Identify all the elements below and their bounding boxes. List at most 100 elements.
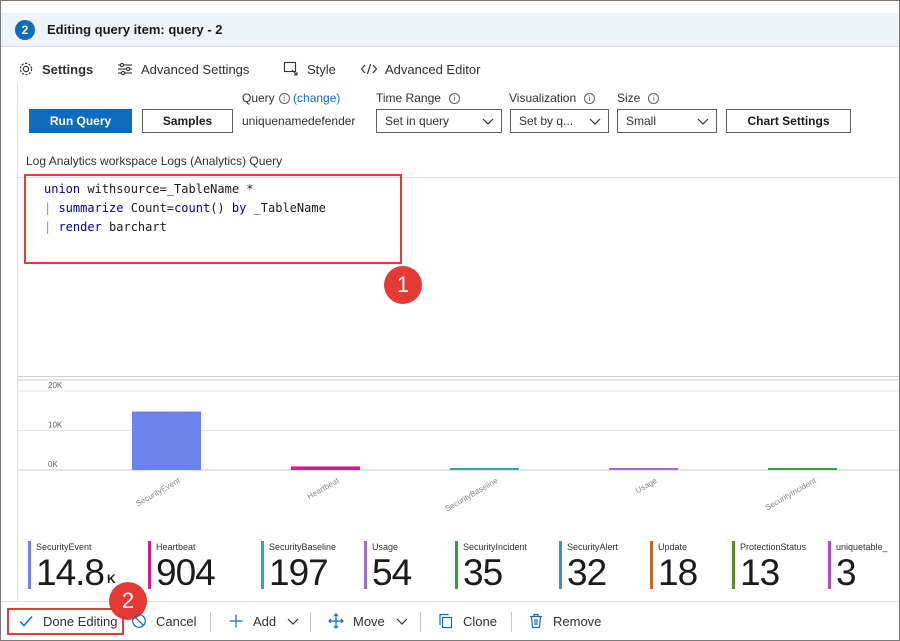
- tile-value-row: 35: [463, 552, 503, 594]
- sliders-icon: [116, 60, 134, 78]
- tile-value-row: 197: [269, 552, 329, 594]
- cancel-button[interactable]: Cancel: [130, 610, 196, 632]
- size-select[interactable]: Small: [617, 109, 717, 133]
- time-range-select[interactable]: Set in query: [376, 109, 502, 133]
- editor-window: 2 Editing query item: query - 2 Settings…: [0, 0, 900, 641]
- tile-name: SecurityIncident: [463, 542, 528, 552]
- tile-value: 13: [740, 552, 780, 593]
- plus-icon: [227, 612, 245, 630]
- tab-strip: Settings Advanced Settings Style Advance…: [1, 51, 899, 87]
- visualization-label-row: Visualization i: [509, 91, 596, 105]
- add-button[interactable]: Add: [227, 610, 302, 632]
- chevron-down-icon: [393, 612, 411, 630]
- chevron-down-icon: [697, 118, 709, 125]
- tile-unit: K: [107, 572, 116, 586]
- tile-color-bar: [650, 541, 653, 589]
- y-tick-label: 20K: [48, 381, 63, 390]
- page-title: Editing query item: query - 2: [47, 22, 223, 37]
- tile-name: Usage: [372, 542, 399, 552]
- tile-value: 54: [372, 552, 412, 593]
- gear-icon: [17, 60, 35, 78]
- tab-advanced-editor[interactable]: Advanced Editor: [360, 57, 480, 81]
- remove-button[interactable]: Remove: [527, 610, 601, 632]
- tile-value: 3: [836, 552, 857, 593]
- move-button[interactable]: Move: [327, 610, 411, 632]
- clone-label: Clone: [463, 613, 497, 629]
- summary-tile: Update 18: [650, 538, 698, 594]
- chart-bar: [450, 468, 519, 470]
- highlight-box-done: [7, 608, 124, 635]
- tile-value: 904: [156, 552, 216, 593]
- time-range-value: Set in query: [385, 114, 450, 128]
- query-toolbar: Run Query Samples Query i (change) unique…: [18, 83, 899, 143]
- chart-bar: [609, 468, 678, 470]
- chart-settings-button[interactable]: Chart Settings: [726, 109, 851, 133]
- tile-color-bar: [455, 541, 458, 589]
- chevron-down-icon: [482, 118, 494, 125]
- tab-settings[interactable]: Settings: [17, 57, 94, 87]
- highlight-box-query: [24, 174, 402, 264]
- divider: [210, 612, 211, 632]
- callout-badge: 1: [384, 266, 422, 304]
- visualization-value: Set by q...: [519, 114, 574, 128]
- tile-name: Update: [658, 542, 688, 552]
- title-bar: 2 Editing query item: query - 2: [1, 13, 899, 47]
- action-bar: Done Editing 2 Cancel Add Move Clone Rem…: [1, 582, 899, 640]
- summary-tile: uniquetable_ 3: [828, 538, 888, 594]
- visualization-select[interactable]: Set by q...: [510, 109, 609, 133]
- y-tick-label: 0K: [48, 460, 58, 469]
- tile-value: 32: [567, 552, 607, 593]
- time-range-label: Time Range: [376, 91, 441, 105]
- query-label-row: Query i (change): [242, 91, 340, 105]
- tile-name: SecurityBaseline: [269, 542, 337, 552]
- chart-canvas: 20K 10K 0K SecurityEvent Heartbeat SecurityBa…: [18, 379, 899, 514]
- bar-chart: 20K 10K 0K SecurityEvent Heartbeat SecurityBa…: [18, 379, 899, 529]
- time-range-label-row: Time Range i: [376, 91, 460, 105]
- style-icon: [282, 60, 300, 78]
- cancel-label: Cancel: [156, 613, 197, 629]
- tab-advanced-settings[interactable]: Advanced Settings: [116, 57, 249, 81]
- query-settings-panel: Run Query Samples Query i (change) unique…: [17, 83, 899, 601]
- x-tick-label: Heartbeat: [306, 476, 342, 502]
- tile-value-row: 54: [372, 552, 412, 594]
- chart-bar: [768, 468, 837, 470]
- tile-color-bar: [28, 541, 31, 589]
- size-value: Small: [626, 114, 657, 128]
- clone-button[interactable]: Clone: [437, 610, 497, 632]
- chevron-down-icon: [589, 118, 601, 125]
- size-label-row: Size i: [617, 91, 660, 105]
- tile-name: ProtectionStatus: [740, 542, 807, 552]
- summary-tile: SecurityEvent 14.8 K: [28, 538, 116, 594]
- tile-value: 14.8: [36, 552, 105, 593]
- move-icon: [327, 612, 345, 630]
- tab-label: Advanced Settings: [141, 61, 250, 77]
- query-change-link[interactable]: (change): [293, 91, 340, 105]
- query-value: uniquenamedefender: [242, 114, 356, 128]
- trash-icon: [527, 612, 545, 630]
- remove-label: Remove: [553, 613, 602, 629]
- tile-value: 18: [658, 552, 698, 593]
- x-tick-label: SecurityBaseline: [443, 476, 500, 514]
- divider: [420, 612, 421, 632]
- info-icon: i: [448, 93, 460, 104]
- run-query-button[interactable]: Run Query: [29, 109, 132, 133]
- tile-value-row: 904: [156, 552, 216, 594]
- chart-bar: [132, 411, 201, 470]
- tab-style[interactable]: Style: [282, 57, 336, 81]
- tab-label: Settings: [42, 61, 94, 77]
- query-editor[interactable]: union withsource=_TableName * | summariz…: [18, 174, 899, 377]
- tile-value-row: 18: [658, 552, 698, 594]
- tile-name: uniquetable_: [836, 542, 888, 552]
- samples-button[interactable]: Samples: [142, 109, 233, 133]
- summary-tile: ProtectionStatus 13: [732, 538, 806, 594]
- tile-color-bar: [148, 541, 151, 589]
- tab-label: Advanced Editor: [385, 61, 481, 77]
- tile-value-row: 13: [740, 552, 780, 594]
- tab-label: Style: [307, 61, 336, 77]
- summary-tile: SecurityBaseline 197: [261, 538, 336, 594]
- step-number-badge: 2: [15, 20, 35, 40]
- x-tick-label: Usage: [634, 476, 659, 496]
- tile-color-bar: [732, 541, 735, 589]
- info-icon: i: [648, 93, 660, 104]
- tile-value-row: 14.8 K: [36, 552, 116, 594]
